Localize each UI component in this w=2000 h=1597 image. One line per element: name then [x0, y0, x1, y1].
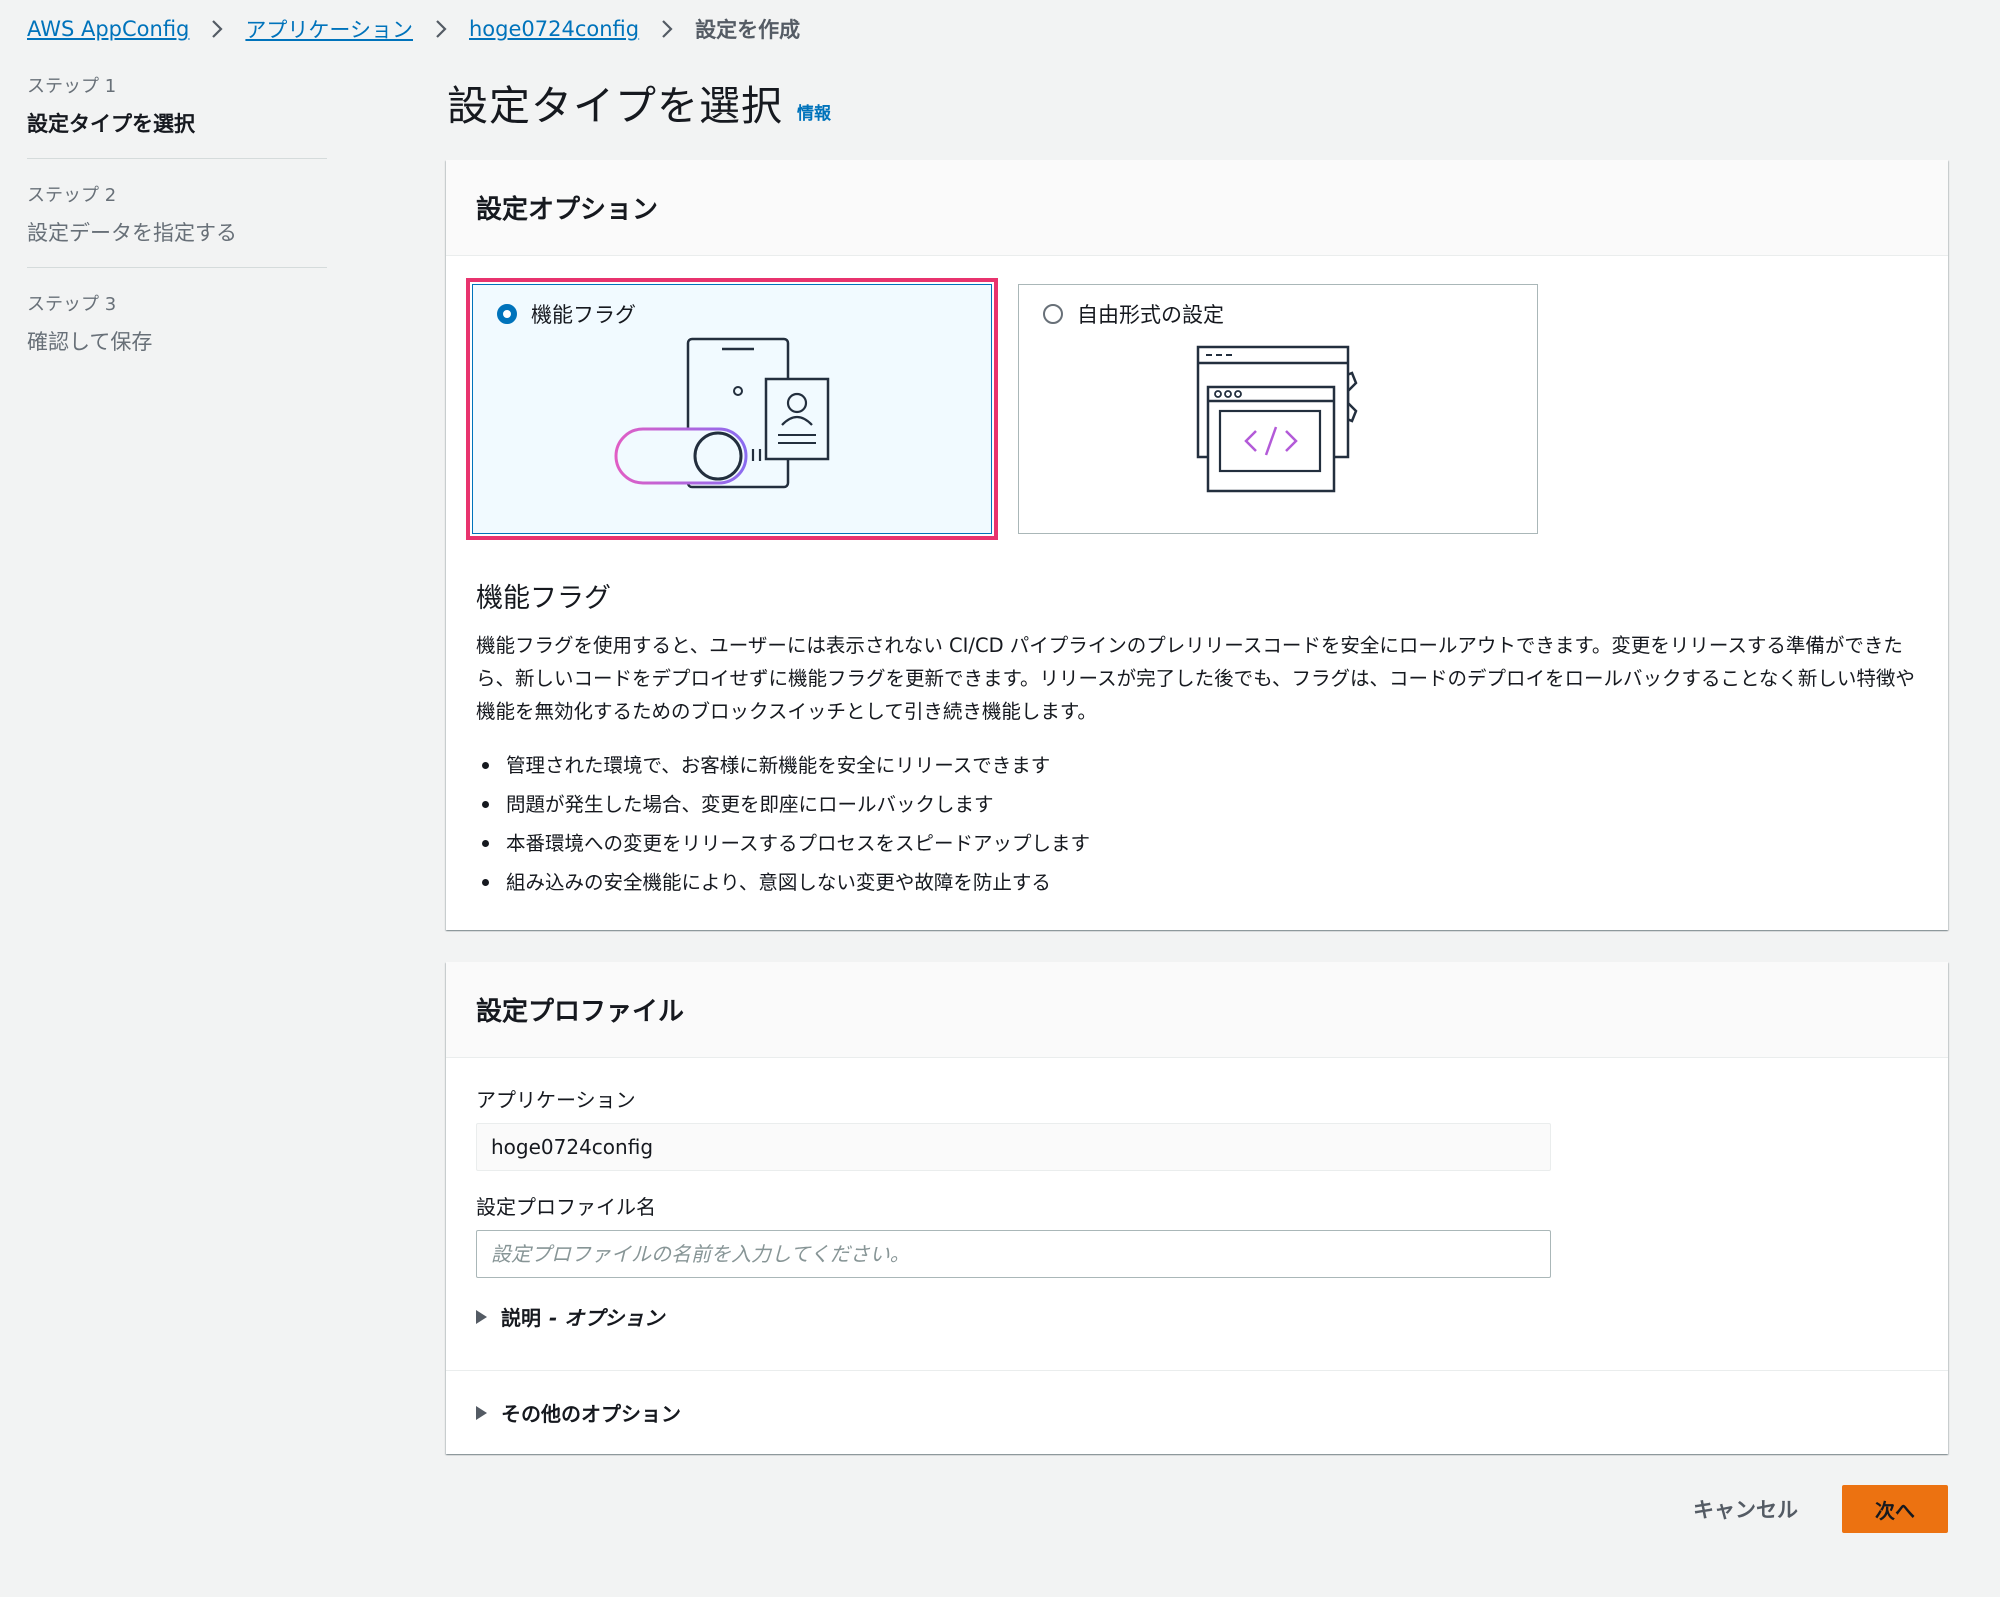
expander-label: その他のオプション — [501, 1402, 681, 1426]
config-type-description: 機能フラグ 機能フラグを使用すると、ユーザーには表示されない CI/CD パイプ… — [476, 576, 1926, 902]
profile-name-input[interactable] — [476, 1230, 1551, 1278]
breadcrumb: AWS AppConfig アプリケーション hoge0724config 設定… — [27, 14, 800, 44]
list-item: 組み込みの安全機能により、意図しない変更や故障を防止する — [476, 863, 1926, 902]
profile-name-field: 設定プロファイル名 — [476, 1191, 1551, 1278]
cancel-button[interactable]: キャンセル — [1693, 1494, 1798, 1524]
tile-header: 機能フラグ — [497, 299, 636, 329]
radio-button-unchecked[interactable] — [1043, 304, 1063, 324]
radio-button-checked[interactable] — [497, 304, 517, 324]
expander-optional-label: - オプション — [549, 1306, 665, 1330]
application-label: アプリケーション — [476, 1088, 636, 1112]
step-number: ステップ 3 — [27, 294, 117, 315]
list-item: 問題が発生した場合、変更を即座にロールバックします — [476, 785, 1926, 824]
chevron-right-icon — [211, 19, 223, 39]
wizard-steps: ステップ 1 設定タイプを選択 ステップ 2 設定データを指定する ステップ 3… — [27, 72, 327, 398]
expander-label: 説明 — [501, 1306, 541, 1330]
step-3: ステップ 3 確認して保存 — [27, 290, 327, 376]
config-type-tiles: 機能フラグ 自由形式の設定 — [466, 278, 1538, 540]
divider — [446, 1370, 1948, 1371]
panel-header: 設定プロファイル — [446, 962, 1948, 1058]
description-text: 機能フラグを使用すると、ユーザーには表示されない CI/CD パイプラインのプレ… — [476, 634, 1915, 723]
panel-title: 設定プロファイル — [476, 997, 685, 1027]
step-2: ステップ 2 設定データを指定する — [27, 181, 327, 268]
step-number: ステップ 1 — [27, 76, 117, 97]
benefits-list: 管理された環境で、お客様に新機能を安全にリリースできます 問題が発生した場合、変… — [476, 746, 1926, 902]
profile-form: アプリケーション 設定プロファイル名 — [476, 1084, 1551, 1298]
wizard-footer: キャンセル 次へ — [1693, 1485, 1948, 1533]
breadcrumb-current: 設定を作成 — [695, 18, 801, 42]
breadcrumb-appconfig-link[interactable]: AWS AppConfig — [27, 17, 189, 41]
page-header: 設定タイプを選択 情報 — [447, 72, 831, 132]
chevron-right-icon — [435, 19, 447, 39]
caret-right-icon — [476, 1405, 487, 1420]
description-title: 機能フラグ — [476, 583, 611, 614]
step-title: 確認して保存 — [27, 330, 153, 354]
list-item: 本番環境への変更をリリースするプロセスをスピードアップします — [476, 824, 1926, 863]
application-field: アプリケーション — [476, 1084, 1551, 1171]
application-input — [476, 1123, 1551, 1171]
panel-title: 設定オプション — [476, 195, 659, 225]
step-title: 設定データを指定する — [27, 221, 237, 245]
tile-label: 自由形式の設定 — [1077, 303, 1224, 327]
tile-freeform[interactable]: 自由形式の設定 — [1018, 284, 1538, 534]
tile-label: 機能フラグ — [531, 303, 636, 327]
step-number: ステップ 2 — [27, 185, 117, 206]
feature-flag-illustration-icon — [473, 337, 991, 497]
step-1: ステップ 1 設定タイプを選択 — [27, 72, 327, 159]
profile-name-label: 設定プロファイル名 — [476, 1195, 656, 1219]
panel-header: 設定オプション — [446, 160, 1948, 256]
config-options-panel: 設定オプション 機能フラグ 自由形式の設定 機能フラグ 機能フラグを使用すると、… — [446, 160, 1948, 930]
breadcrumb-app-link[interactable]: hoge0724config — [469, 17, 639, 41]
info-link[interactable]: 情報 — [797, 99, 831, 124]
next-button[interactable]: 次へ — [1842, 1485, 1948, 1533]
list-item: 管理された環境で、お客様に新機能を安全にリリースできます — [476, 746, 1926, 785]
step-title: 設定タイプを選択 — [27, 112, 195, 136]
page-title: 設定タイプを選択 — [447, 82, 783, 130]
breadcrumb-applications-link[interactable]: アプリケーション — [245, 14, 413, 44]
config-profile-panel: 設定プロファイル アプリケーション 設定プロファイル名 説明 - オプション そ… — [446, 962, 1948, 1454]
tile-header: 自由形式の設定 — [1043, 299, 1224, 329]
code-window-gear-illustration-icon — [1019, 337, 1537, 497]
caret-right-icon — [476, 1309, 487, 1324]
description-expander[interactable]: 説明 - オプション — [476, 1302, 664, 1331]
other-options-expander[interactable]: その他のオプション — [476, 1398, 681, 1427]
chevron-right-icon — [661, 19, 673, 39]
tile-feature-flag[interactable]: 機能フラグ — [466, 278, 998, 540]
